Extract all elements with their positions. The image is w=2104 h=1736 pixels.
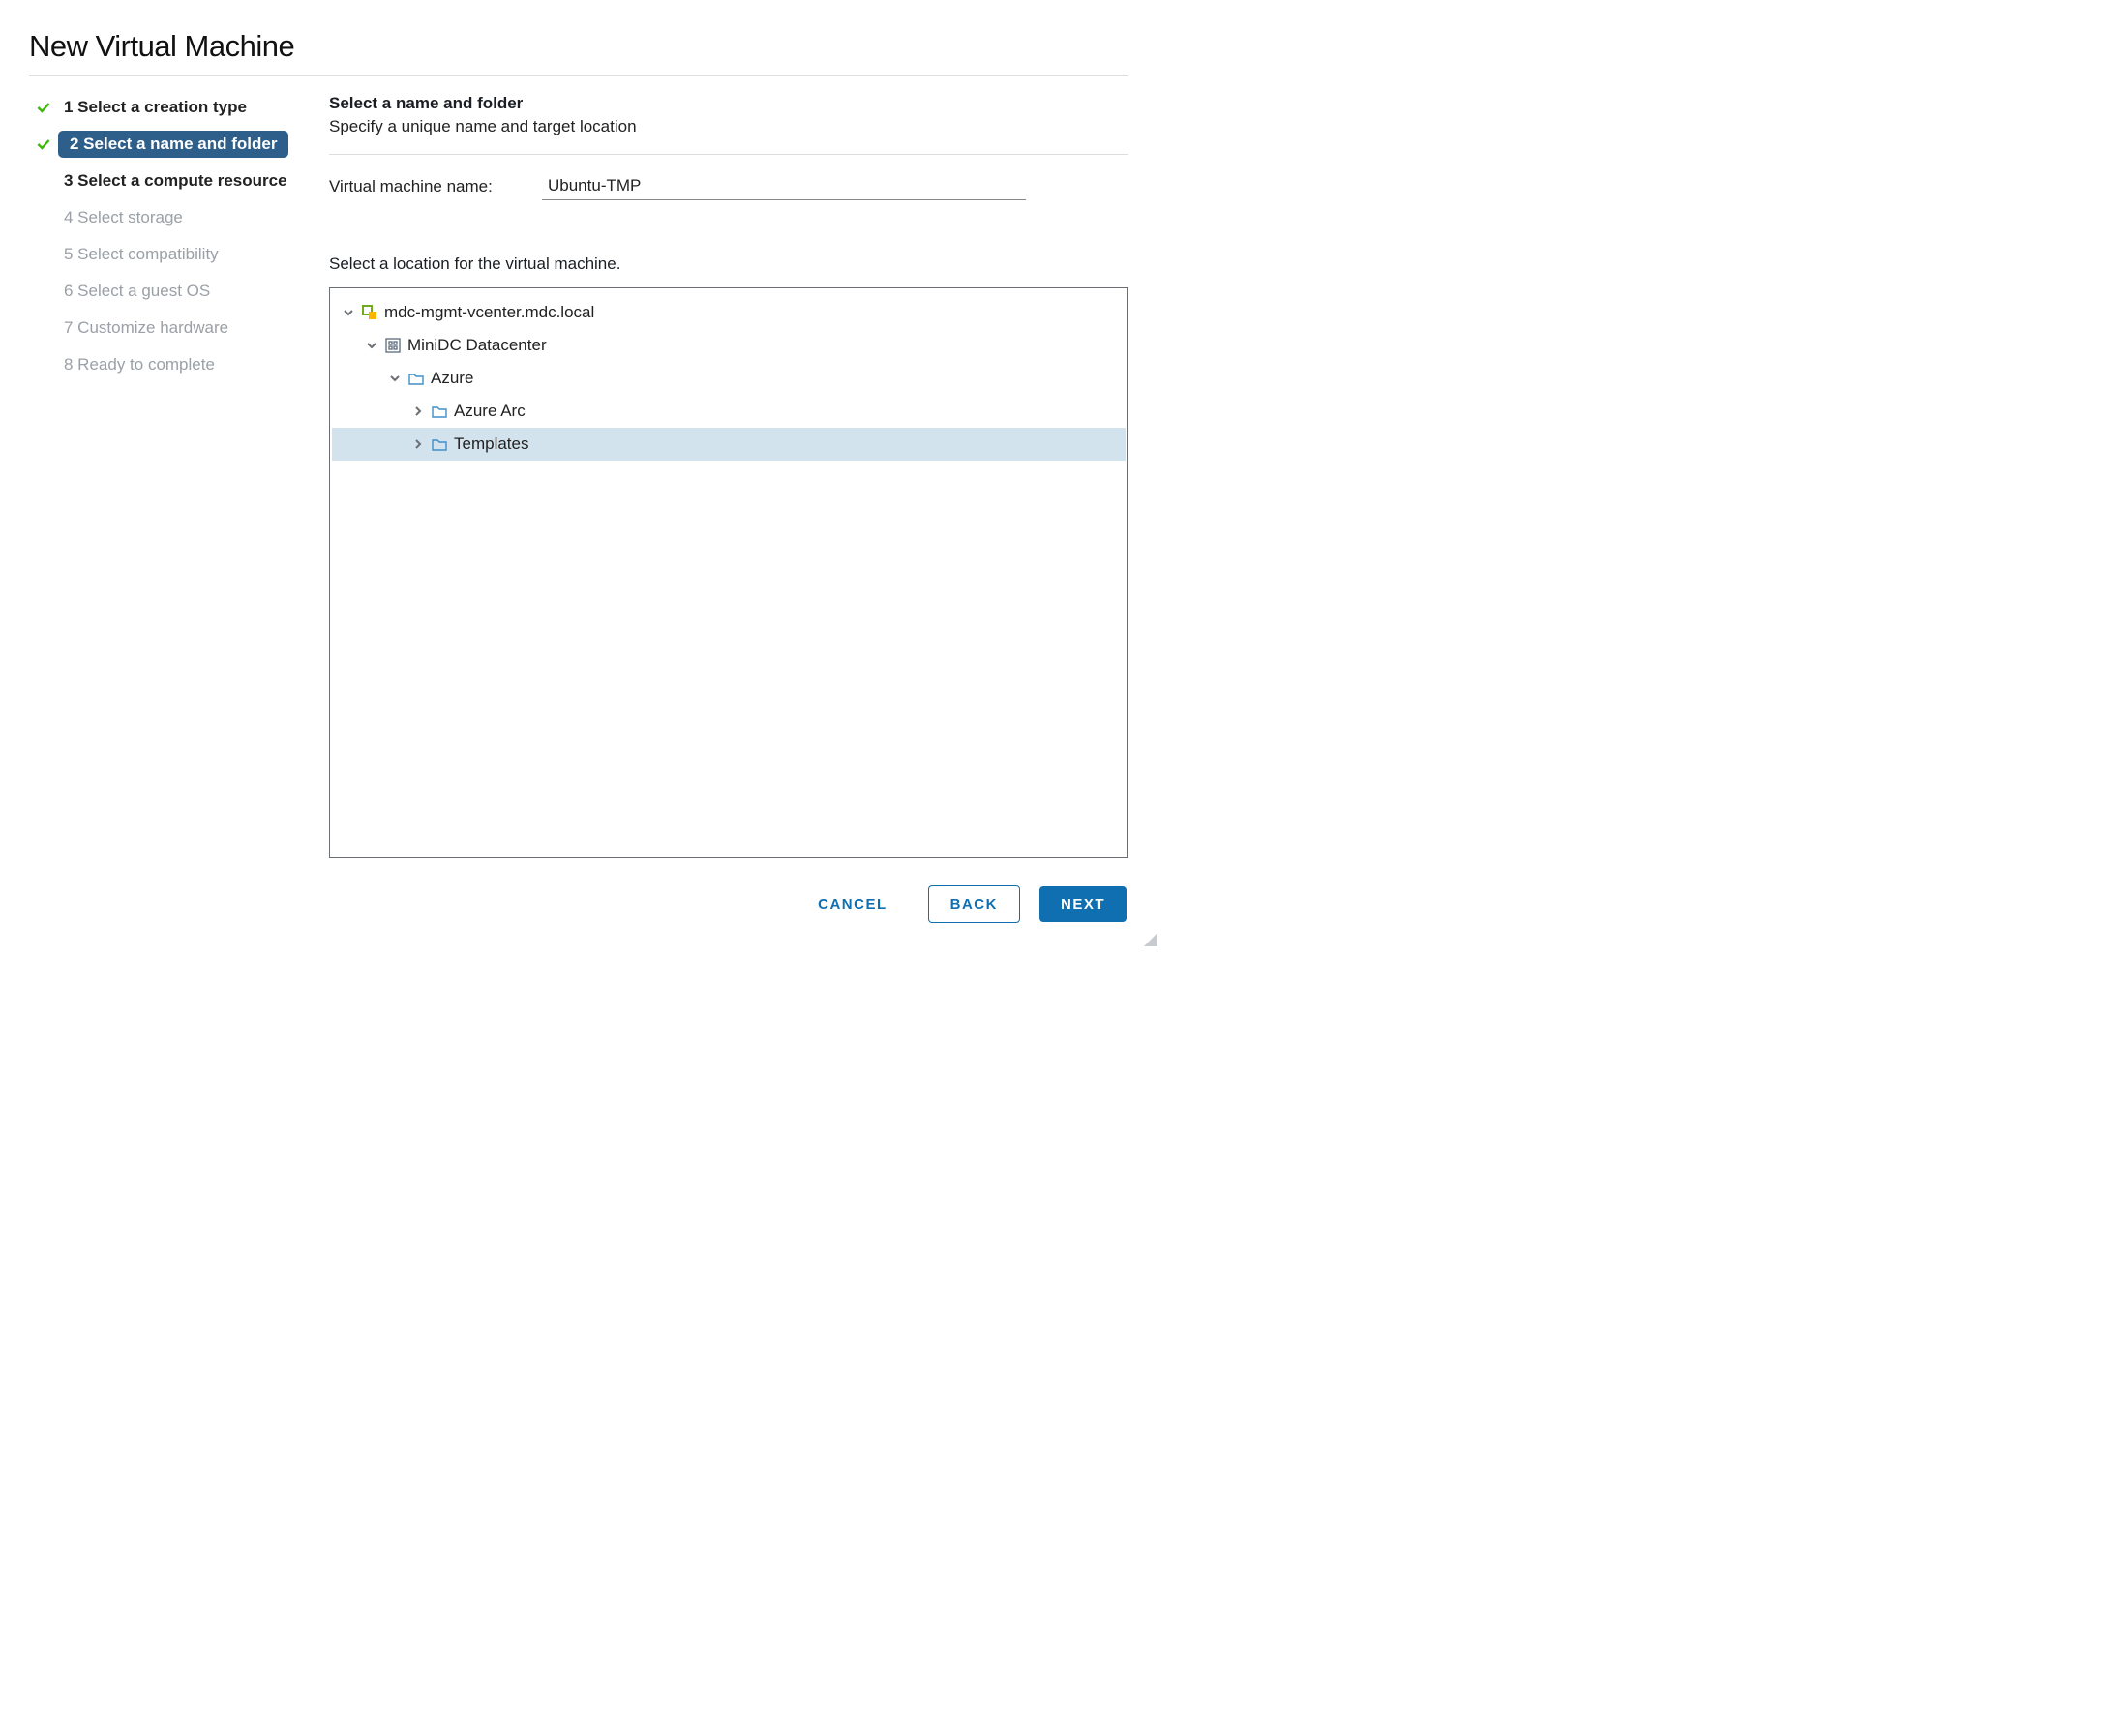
location-tree[interactable]: mdc-mgmt-vcenter.mdc.local MiniDC Datacen… (329, 287, 1128, 858)
chevron-down-icon[interactable] (388, 372, 402, 385)
next-button[interactable]: Next (1039, 886, 1127, 922)
checkmark-icon (29, 100, 58, 115)
chevron-down-icon[interactable] (365, 339, 378, 352)
wizard-step-label: 4 Select storage (58, 204, 189, 231)
wizard-step-4: 4 Select storage (29, 204, 319, 231)
back-button[interactable]: Back (928, 885, 1020, 923)
vm-name-label: Virtual machine name: (329, 177, 523, 196)
checkmark-icon (29, 136, 58, 152)
tree-node[interactable]: Azure Arc (332, 395, 1126, 428)
tree-node-label: Templates (454, 434, 528, 454)
wizard-step-7: 7 Customize hardware (29, 314, 319, 342)
wizard-step-label: 1 Select a creation type (58, 94, 253, 121)
cancel-button[interactable]: Cancel (797, 886, 909, 922)
section-subtitle: Specify a unique name and target locatio… (329, 117, 1128, 155)
wizard-footer: Cancel Back Next (29, 885, 1128, 923)
dialog-body: 1 Select a creation type 2 Select a name … (29, 76, 1128, 858)
wizard-step-2[interactable]: 2 Select a name and folder (29, 131, 319, 158)
wizard-step-6: 6 Select a guest OS (29, 278, 319, 305)
wizard-step-3[interactable]: 3 Select a compute resource (29, 167, 319, 195)
tree-node[interactable]: MiniDC Datacenter (332, 329, 1126, 362)
tree-node-label: mdc-mgmt-vcenter.mdc.local (384, 303, 594, 322)
tree-node[interactable]: Azure (332, 362, 1126, 395)
location-label: Select a location for the virtual machin… (329, 254, 1128, 274)
wizard-step-label: 5 Select compatibility (58, 241, 225, 268)
chevron-right-icon[interactable] (411, 437, 425, 451)
tree-node-label: Azure (431, 369, 473, 388)
wizard-steps: 1 Select a creation type 2 Select a name … (29, 94, 329, 858)
section-title: Select a name and folder (329, 94, 1128, 113)
wizard-step-label: 3 Select a compute resource (58, 167, 293, 195)
wizard-step-1[interactable]: 1 Select a creation type (29, 94, 319, 121)
chevron-right-icon[interactable] (411, 404, 425, 418)
tree-node[interactable]: Templates (332, 428, 1126, 461)
tree-node-label: Azure Arc (454, 402, 526, 421)
vm-name-row: Virtual machine name: (329, 155, 1128, 206)
wizard-step-8: 8 Ready to complete (29, 351, 319, 378)
tree-node-label: MiniDC Datacenter (407, 336, 547, 355)
resize-handle-icon[interactable] (1144, 933, 1157, 946)
tree-node[interactable]: mdc-mgmt-vcenter.mdc.local (332, 296, 1126, 329)
vm-name-input[interactable] (542, 172, 1026, 200)
chevron-down-icon[interactable] (342, 306, 355, 319)
new-vm-wizard-dialog: New Virtual Machine 1 Select a creation … (0, 0, 1157, 946)
wizard-step-label: 2 Select a name and folder (58, 131, 288, 158)
wizard-main-panel: Select a name and folder Specify a uniqu… (329, 94, 1128, 858)
wizard-step-label: 6 Select a guest OS (58, 278, 216, 305)
wizard-step-label: 8 Ready to complete (58, 351, 221, 378)
dialog-title: New Virtual Machine (29, 29, 1128, 76)
wizard-step-5: 5 Select compatibility (29, 241, 319, 268)
wizard-step-label: 7 Customize hardware (58, 314, 234, 342)
